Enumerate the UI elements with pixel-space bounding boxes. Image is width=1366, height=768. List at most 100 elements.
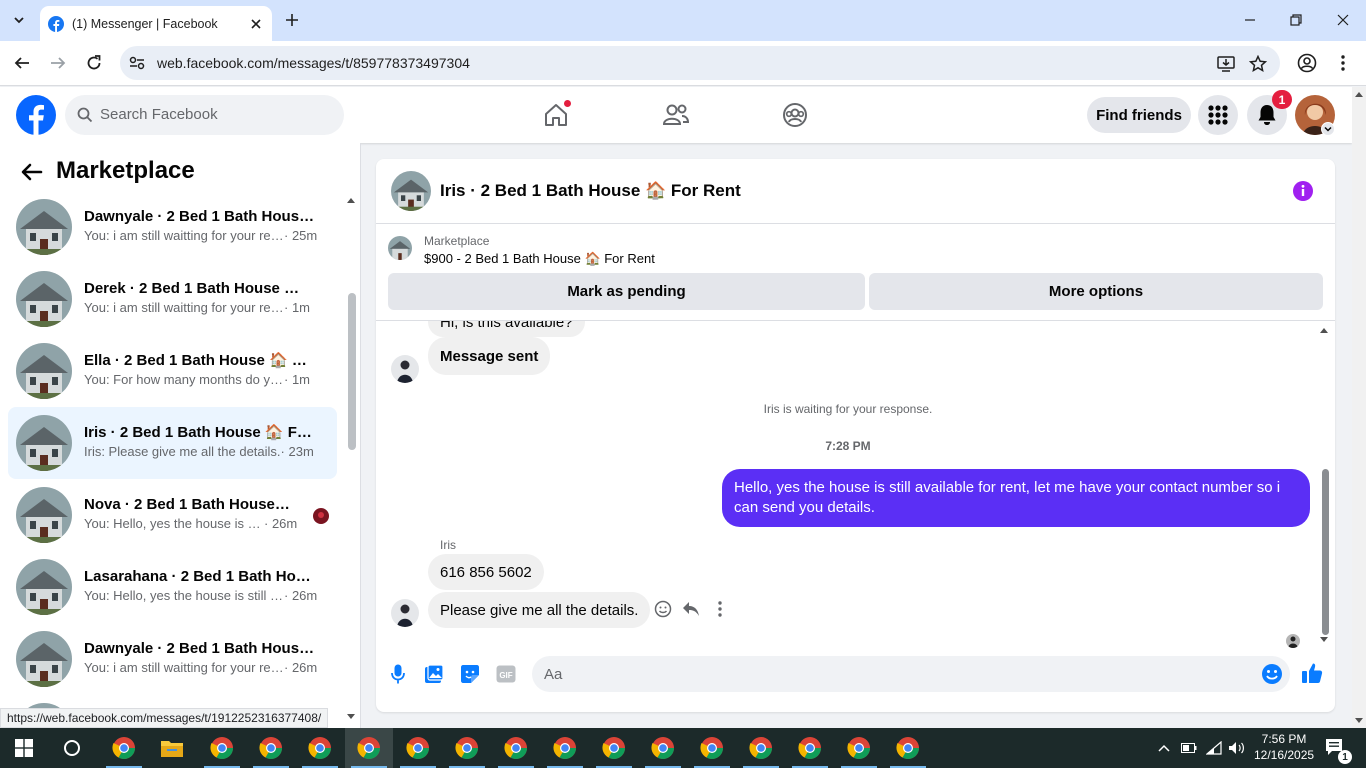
- bookmark-button[interactable]: [1248, 54, 1268, 74]
- sender-avatar[interactable]: [391, 599, 419, 627]
- show-hidden-icons-button[interactable]: [1155, 738, 1173, 758]
- facebook-logo-icon[interactable]: [16, 95, 56, 135]
- taskbar-chrome-app[interactable]: [786, 728, 834, 768]
- tab-close-button[interactable]: [246, 14, 266, 34]
- chrome-icon: [112, 737, 135, 759]
- list-scrollbar-arrows[interactable]: [346, 193, 356, 723]
- nav-groups[interactable]: [779, 99, 811, 131]
- message-bubble-incoming[interactable]: 616 856 5602: [428, 554, 544, 590]
- snippet-text: You: For how many months do you want: [84, 372, 284, 387]
- menu-button[interactable]: [1198, 95, 1238, 135]
- info-icon[interactable]: [1292, 180, 1314, 202]
- chat-title[interactable]: Iris · 2 Bed 1 Bath House 🏠 For Rent: [440, 181, 741, 201]
- taskbar-chrome-app-active[interactable]: [345, 728, 393, 768]
- message-thread: Hi, is this available? Message sent Iris…: [376, 321, 1335, 651]
- page-scrollbar[interactable]: [1352, 87, 1366, 728]
- seen-avatar-icon: [313, 508, 329, 524]
- conversation-item[interactable]: Dawnyale · 2 Bed 1 Bath House 🏠 For Rent…: [8, 191, 337, 263]
- account-menu-chevron[interactable]: [1321, 122, 1335, 136]
- profile-button[interactable]: [1296, 52, 1318, 74]
- facebook-search-input[interactable]: Search Facebook: [65, 95, 344, 135]
- sticker-button[interactable]: [459, 663, 481, 685]
- search-placeholder: Search Facebook: [100, 106, 218, 123]
- reply-button[interactable]: [681, 599, 701, 619]
- conversation-item[interactable]: Dawnyale · 2 Bed 1 Bath House 🏠 For Rent…: [8, 623, 337, 695]
- conversation-name: Dawnyale · 2 Bed 1 Bath House 🏠 For Rent: [84, 640, 316, 657]
- taskbar-chrome-app[interactable]: [590, 728, 638, 768]
- search-button[interactable]: [48, 728, 96, 768]
- message-input[interactable]: Aa: [532, 656, 1290, 692]
- chrome-icon: [259, 737, 282, 759]
- conversation-item[interactable]: Lasarahana · 2 Bed 1 Bath House 🏠 For Re…: [8, 551, 337, 623]
- volume-tray[interactable]: [1228, 738, 1246, 758]
- chat-thumbnail[interactable]: [391, 171, 431, 211]
- taskbar-chrome-app[interactable]: [737, 728, 785, 768]
- notification-badge: 1: [1272, 90, 1292, 109]
- restore-button[interactable]: [1286, 10, 1306, 30]
- taskbar-chrome-app[interactable]: [688, 728, 736, 768]
- browser-tab-active[interactable]: (1) Messenger | Facebook: [40, 6, 272, 41]
- back-button[interactable]: [11, 52, 33, 74]
- folder-icon: [161, 741, 183, 757]
- back-arrow-icon[interactable]: [20, 160, 44, 184]
- taskbar-chrome-app[interactable]: [443, 728, 491, 768]
- chat-panel: Iris · 2 Bed 1 Bath House 🏠 For Rent Mar…: [376, 159, 1335, 712]
- listing-title[interactable]: $900 - 2 Bed 1 Bath House 🏠 For Rent: [424, 251, 655, 267]
- new-tab-button[interactable]: [282, 10, 302, 30]
- chat-scrollbar-thumb[interactable]: [1322, 469, 1329, 635]
- taskbar-file-explorer[interactable]: [148, 728, 196, 768]
- emoji-picker-button[interactable]: [1261, 663, 1283, 685]
- taskbar-chrome-app[interactable]: [394, 728, 442, 768]
- chat-header: Iris · 2 Bed 1 Bath House 🏠 For Rent: [376, 159, 1335, 224]
- house-thumbnail: [16, 343, 72, 399]
- conversation-item[interactable]: Ella · 2 Bed 1 Bath House 🏠 For Rent You…: [8, 335, 337, 407]
- forward-button[interactable]: [47, 52, 69, 74]
- attach-media-button[interactable]: [423, 663, 445, 685]
- close-window-button[interactable]: [1333, 10, 1353, 30]
- find-friends-button[interactable]: Find friends: [1087, 97, 1191, 133]
- taskbar-chrome-app[interactable]: [100, 728, 148, 768]
- list-scrollbar-thumb[interactable]: [348, 293, 356, 450]
- taskbar-chrome-app[interactable]: [835, 728, 883, 768]
- address-bar[interactable]: web.facebook.com/messages/t/859778373497…: [120, 46, 1280, 80]
- snippet-time: · 25m: [284, 228, 318, 243]
- message-bubble-outgoing[interactable]: Hello, yes the house is still available …: [722, 469, 1310, 527]
- like-send-button[interactable]: [1301, 662, 1323, 684]
- sender-avatar[interactable]: [391, 355, 419, 383]
- voice-clip-button[interactable]: [387, 663, 409, 685]
- reload-button[interactable]: [83, 52, 105, 74]
- gif-icon: GIF: [496, 665, 516, 683]
- conversation-name: Lasarahana · 2 Bed 1 Bath House 🏠 For Re…: [84, 568, 316, 585]
- message-more-button[interactable]: [710, 599, 730, 619]
- taskbar-chrome-app[interactable]: [884, 728, 932, 768]
- snippet-time: · 1m: [284, 372, 310, 387]
- taskbar-chrome-app[interactable]: [492, 728, 540, 768]
- taskbar-chrome-app[interactable]: [541, 728, 589, 768]
- conversation-item-active[interactable]: Iris · 2 Bed 1 Bath House 🏠 For Rent Iri…: [8, 407, 337, 479]
- react-button[interactable]: [653, 599, 673, 619]
- browser-menu-button[interactable]: [1332, 52, 1354, 74]
- start-button[interactable]: [0, 728, 48, 768]
- taskbar-chrome-app[interactable]: [247, 728, 295, 768]
- conversation-item[interactable]: Derek · 2 Bed 1 Bath House 🏠 For Rent Yo…: [8, 263, 337, 335]
- taskbar-chrome-app[interactable]: [198, 728, 246, 768]
- site-info-icon[interactable]: [128, 54, 146, 72]
- more-options-button[interactable]: More options: [869, 273, 1323, 310]
- network-tray[interactable]: [1205, 738, 1223, 758]
- tab-search-button[interactable]: [6, 7, 32, 33]
- message-bubble-incoming[interactable]: Hi, is this available?: [428, 321, 585, 337]
- home-notification-dot: [563, 99, 572, 108]
- minimize-button[interactable]: [1240, 10, 1260, 30]
- install-app-button[interactable]: [1216, 54, 1236, 74]
- listing-thumbnail[interactable]: [388, 236, 412, 260]
- message-bubble-incoming[interactable]: Please give me all the details.: [428, 592, 651, 628]
- conversation-item[interactable]: Nova · 2 Bed 1 Bath House 🏠 For Rent You…: [8, 479, 337, 551]
- message-bubble-incoming[interactable]: Message sent: [428, 337, 551, 375]
- taskbar-chrome-app[interactable]: [296, 728, 344, 768]
- gif-button[interactable]: GIF: [495, 663, 517, 685]
- mark-as-pending-button[interactable]: Mark as pending: [388, 273, 865, 310]
- system-clock[interactable]: 7:56 PM 12/16/2025: [1254, 731, 1314, 763]
- nav-friends[interactable]: [660, 99, 692, 131]
- taskbar-chrome-app[interactable]: [639, 728, 687, 768]
- battery-tray[interactable]: [1180, 738, 1198, 758]
